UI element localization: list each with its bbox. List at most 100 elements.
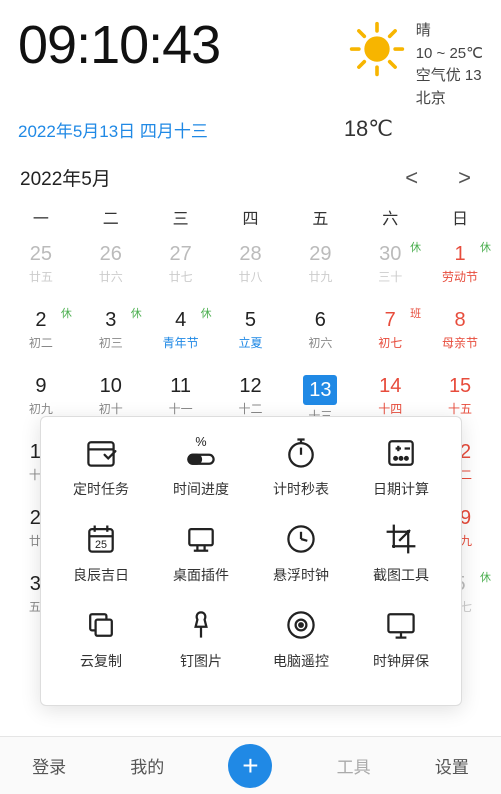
footer-login[interactable]: 登录: [32, 753, 66, 778]
widget-icon: [183, 521, 219, 557]
calendar-cell[interactable]: 25廿五: [6, 237, 76, 303]
holiday-badge: 班: [410, 305, 421, 321]
tool-floatclock[interactable]: 悬浮时钟: [251, 521, 351, 585]
calendar-day-number: 15: [425, 375, 495, 398]
clock-time: 09:10:43: [18, 14, 220, 76]
footer-tools[interactable]: 工具: [337, 753, 371, 778]
calendar-cell[interactable]: 2初二休: [6, 303, 76, 369]
calendar-day-number: 8: [425, 309, 495, 332]
tool-widget[interactable]: 桌面插件: [151, 521, 251, 585]
calendar-day-sub: 十二: [216, 400, 286, 417]
tool-label: 桌面插件: [173, 565, 229, 585]
calendar-cell[interactable]: 29廿九: [285, 237, 355, 303]
temp-now: 18℃: [344, 116, 393, 142]
calendar-cell[interactable]: 26 廿六: [76, 237, 146, 303]
tool-label: 时间进度: [173, 479, 229, 499]
calendar-cell[interactable]: 5 立夏: [216, 303, 286, 369]
cloudcopy-icon: [83, 607, 119, 643]
calendar-cell[interactable]: 7初七班: [355, 303, 425, 369]
calendar-day-number: 6: [285, 309, 355, 332]
calendar-day-number: 5: [216, 309, 286, 332]
next-month-button[interactable]: >: [458, 165, 471, 191]
tool-label: 日期计算: [373, 479, 429, 499]
weather-block[interactable]: 晴 10 ~ 25℃ 空气优 13 北京: [348, 20, 483, 110]
tools-popup: 定时任务% 时间进度 计时秒表 日期计算 25 良辰吉日 桌面插件 悬浮时钟 截图工具云复制 钉图…: [40, 416, 462, 706]
weekday-header: 四: [216, 197, 286, 237]
weekday-header: 三: [146, 197, 216, 237]
tool-label: 时钟屏保: [373, 651, 429, 671]
tool-label: 悬浮时钟: [273, 565, 329, 585]
calendar-day-sub: 初三: [76, 334, 146, 351]
calendar-day-number: 12: [216, 375, 286, 398]
holiday-badge: 休: [131, 305, 142, 321]
calendar-cell[interactable]: 1劳动节休: [425, 237, 495, 303]
weather-aqi: 空气优 13: [416, 65, 483, 88]
weather-range: 10 ~ 25℃: [416, 43, 483, 66]
footer-add-button[interactable]: +: [228, 744, 272, 788]
tool-remote[interactable]: 电脑遥控: [251, 607, 351, 671]
month-label[interactable]: 2022年5月: [20, 164, 111, 191]
holiday-badge: 休: [480, 239, 491, 255]
calendar-day-sub: 廿五: [6, 268, 76, 285]
date-lunar[interactable]: 2022年5月13日 四月十三: [18, 117, 208, 142]
tool-pinimage[interactable]: 钉图片: [151, 607, 251, 671]
tool-datecalc[interactable]: 日期计算: [351, 435, 451, 499]
holiday-badge: 休: [410, 239, 421, 255]
tool-stopwatch[interactable]: 计时秒表: [251, 435, 351, 499]
calendar-day-sub: 初九: [6, 400, 76, 417]
calendar-day-sub: 初十: [76, 400, 146, 417]
calendar-day-sub: 廿六: [76, 268, 146, 285]
calendar-day-sub: 初七: [355, 334, 425, 351]
calendar-day-number: 26: [76, 243, 146, 266]
tool-screenshot[interactable]: 截图工具: [351, 521, 451, 585]
weekday-header: 一: [6, 197, 76, 237]
progress-icon: %: [183, 435, 219, 471]
tool-task[interactable]: 定时任务: [51, 435, 151, 499]
calendar-cell[interactable]: 30三十休: [355, 237, 425, 303]
tool-label: 电脑遥控: [273, 651, 329, 671]
weekday-header: 六: [355, 197, 425, 237]
calendar-day-sub: 初六: [285, 334, 355, 351]
tool-screensaver[interactable]: 时钟屏保: [351, 607, 451, 671]
calendar-cell[interactable]: 28廿八: [216, 237, 286, 303]
remote-icon: [283, 607, 319, 643]
calendar-day-sub: 廿九: [285, 268, 355, 285]
weather-city: 北京: [416, 88, 483, 111]
tool-label: 良辰吉日: [73, 565, 129, 585]
weather-cond: 晴: [416, 20, 483, 43]
tool-progress[interactable]: % 时间进度: [151, 435, 251, 499]
calendar-cell[interactable]: 4青年节休: [146, 303, 216, 369]
weather-text: 晴 10 ~ 25℃ 空气优 13 北京: [416, 20, 483, 110]
calendar-day-sub: 十四: [355, 400, 425, 417]
calendar-day-number: 14: [355, 375, 425, 398]
footer-bar: 登录 我的 + 工具 设置: [0, 736, 501, 794]
calendar-day-sub: 廿七: [146, 268, 216, 285]
calendar-cell[interactable]: 3初三休: [76, 303, 146, 369]
calendar-day-sub: 初二: [6, 334, 76, 351]
calendar-day-sub: 三十: [355, 268, 425, 285]
prev-month-button[interactable]: <: [405, 165, 418, 191]
holiday-badge: 休: [201, 305, 212, 321]
calendar-day-sub: 立夏: [216, 334, 286, 351]
calendar-cell[interactable]: 27廿七: [146, 237, 216, 303]
datecalc-icon: [383, 435, 419, 471]
svg-text:25: 25: [95, 539, 107, 551]
calendar-day-sub: 劳动节: [425, 268, 495, 285]
tool-label: 钉图片: [180, 651, 222, 671]
footer-settings[interactable]: 设置: [435, 753, 469, 778]
tool-label: 定时任务: [73, 479, 129, 499]
footer-mine[interactable]: 我的: [130, 753, 164, 778]
floatclock-icon: [283, 521, 319, 557]
tool-goodday[interactable]: 25 良辰吉日: [51, 521, 151, 585]
screensaver-icon: [383, 607, 419, 643]
calendar-day-number: 10: [76, 375, 146, 398]
calendar-day-sub: 青年节: [146, 334, 216, 351]
tool-label: 云复制: [80, 651, 122, 671]
screenshot-icon: [383, 521, 419, 557]
calendar-cell[interactable]: 6 初六: [285, 303, 355, 369]
tool-cloudcopy[interactable]: 云复制: [51, 607, 151, 671]
tool-label: 计时秒表: [273, 479, 329, 499]
task-icon: [83, 435, 119, 471]
calendar-day-sub: 廿八: [216, 268, 286, 285]
calendar-cell[interactable]: 8母亲节: [425, 303, 495, 369]
